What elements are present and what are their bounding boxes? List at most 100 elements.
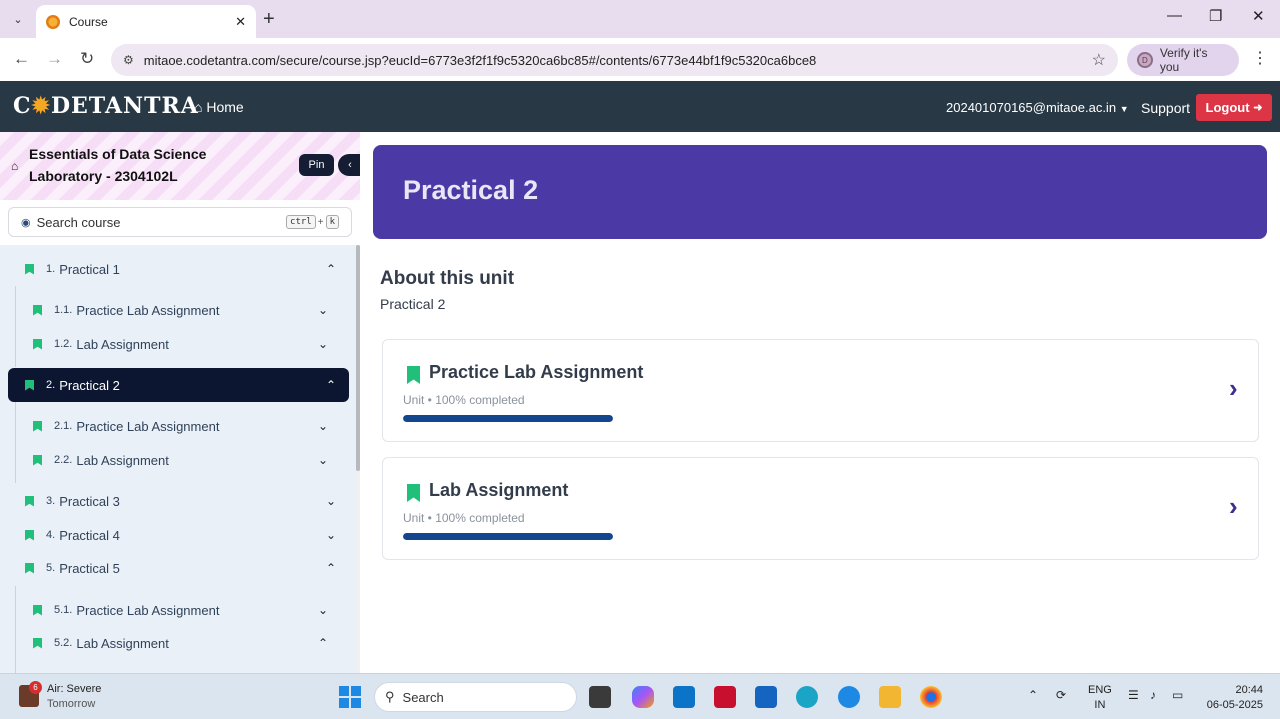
site-info-icon[interactable]: ⚙: [123, 53, 134, 67]
search-placeholder: Search course: [36, 214, 121, 230]
windows-start-icon[interactable]: [339, 686, 361, 708]
copilot-icon[interactable]: [632, 686, 654, 708]
myhp-icon[interactable]: [673, 686, 695, 708]
item-label: Lab Assignment: [76, 452, 169, 468]
home-link[interactable]: ⌂ Home: [194, 99, 244, 115]
store-icon[interactable]: [755, 686, 777, 708]
pin-button[interactable]: Pin: [299, 154, 334, 176]
help-icon[interactable]: [838, 686, 860, 708]
chevron-right-icon[interactable]: ›: [1229, 373, 1238, 404]
chevron-up-icon[interactable]: ⌃: [326, 262, 336, 276]
bookmark-icon: [25, 263, 34, 275]
address-bar[interactable]: ⚙ mitaoe.codetantra.com/secure/course.js…: [111, 44, 1118, 76]
verify-profile-button[interactable]: D Verify it's you: [1127, 44, 1239, 76]
chevron-up-icon[interactable]: ⌃: [318, 636, 328, 650]
sidebar-scrollbar[interactable]: [356, 245, 360, 673]
progress-bar: [403, 415, 613, 422]
about-heading: About this unit: [380, 268, 515, 289]
chevron-up-icon[interactable]: ⌃: [326, 561, 336, 575]
chevron-down-icon[interactable]: ⌄: [318, 337, 328, 351]
browser-tab[interactable]: Course ✕: [36, 5, 256, 38]
scroll-thumb[interactable]: [356, 245, 360, 471]
sidebar-section[interactable]: 3. Practical 3 ⌄: [0, 484, 356, 518]
sidebar-subitem[interactable]: 5.2. Lab Assignment ⌃: [0, 626, 356, 660]
file-explorer-icon[interactable]: [879, 686, 901, 708]
unit-card[interactable]: Practice Lab Assignment Unit • 100% comp…: [382, 339, 1259, 442]
mcafee-icon[interactable]: [714, 686, 736, 708]
close-window-button[interactable]: ✕: [1252, 7, 1265, 25]
sidebar-subitem[interactable]: 1.2. Lab Assignment ⌄: [0, 327, 356, 361]
browser-menu-icon[interactable]: ⋮: [1252, 48, 1268, 68]
sidebar-section[interactable]: 1. Practical 1 ⌃: [0, 252, 356, 286]
chevron-down-icon[interactable]: ⌄: [318, 603, 328, 617]
sidebar-subitem[interactable]: 2.2. Lab Assignment ⌄: [0, 443, 356, 477]
course-tree: 1. Practical 1 ⌃ 1.1. Practice Lab Assignmen…: [0, 245, 356, 673]
site-favicon-icon: [46, 14, 60, 29]
tab-close-icon[interactable]: ✕: [235, 14, 246, 30]
edge-icon[interactable]: [796, 686, 818, 708]
new-tab-button[interactable]: +: [263, 8, 275, 31]
back-button[interactable]: ←: [13, 49, 30, 69]
item-number: 1.1.: [54, 304, 73, 316]
sidebar-section[interactable]: 5. Practical 5 ⌃: [0, 551, 356, 585]
sync-icon[interactable]: ⟳: [1056, 688, 1066, 702]
sidebar-subitem[interactable]: 1.1. Practice Lab Assignment ⌄: [0, 293, 356, 327]
weather-status[interactable]: Air: Severe: [47, 683, 101, 695]
support-link[interactable]: Support: [1141, 100, 1190, 116]
minimize-button[interactable]: —: [1167, 7, 1182, 24]
page-title: Practical 2: [403, 175, 539, 205]
chevron-down-icon[interactable]: ⌄: [318, 453, 328, 467]
item-label: Practical 2: [59, 377, 120, 393]
chevron-down-icon[interactable]: ⌄: [326, 528, 336, 542]
browser-tabbar: ⌄ Course ✕ + — ❐ ✕: [0, 0, 1280, 38]
taskbar-search[interactable]: ⚲ Search: [374, 682, 577, 712]
caret-down-icon: ▼: [1119, 104, 1129, 114]
windows-taskbar: 6 Air: Severe Tomorrow ⚲ Search ⌃ ⟳ ENG I…: [0, 673, 1280, 719]
tab-search-button[interactable]: ⌄: [6, 8, 30, 30]
verify-label: Verify it's you: [1159, 46, 1208, 74]
sidebar-section[interactable]: 2. Practical 2 ⌃: [8, 368, 349, 402]
language-indicator[interactable]: ENG IN: [1088, 683, 1112, 713]
chevron-down-icon[interactable]: ⌄: [326, 494, 336, 508]
chevron-down-icon[interactable]: ⌄: [318, 419, 328, 433]
chevron-down-icon[interactable]: ⌄: [318, 303, 328, 317]
search-icon: ◉: [21, 216, 31, 229]
item-label: Practice Lab Assignment: [76, 418, 220, 434]
bookmark-icon: [33, 304, 42, 316]
restore-button[interactable]: ❐: [1209, 7, 1222, 25]
collapse-sidebar-button[interactable]: ‹: [338, 154, 360, 176]
shortcut-ctrl: ctrl: [286, 215, 316, 229]
codetantra-logo[interactable]: C✹DETANTRA: [13, 93, 199, 119]
url-text[interactable]: mitaoe.codetantra.com/secure/course.jsp?…: [144, 53, 1092, 68]
search-icon: ⚲: [385, 689, 395, 704]
item-label: Lab Assignment: [76, 635, 169, 651]
item-label: Practical 5: [59, 560, 120, 576]
battery-icon[interactable]: ▭: [1172, 688, 1183, 702]
bookmark-star-icon[interactable]: ☆: [1092, 50, 1106, 70]
forward-button[interactable]: →: [46, 49, 63, 69]
sidebar-section[interactable]: 4. Practical 4 ⌄: [0, 518, 356, 552]
tray-overflow-icon[interactable]: ⌃: [1028, 688, 1038, 702]
clock[interactable]: 20:44 06-05-2025: [1200, 683, 1263, 713]
browser-toolbar: ← → ↻ ⚙ mitaoe.codetantra.com/secure/cou…: [0, 38, 1280, 81]
item-number: 5.: [46, 562, 56, 574]
sidebar-subitem[interactable]: 5.1. Practice Lab Assignment ⌄: [0, 593, 356, 627]
course-search[interactable]: ◉ Search course ctrl + k: [8, 207, 352, 237]
item-label: Lab Assignment: [76, 336, 169, 352]
unit-card[interactable]: Lab Assignment Unit • 100% completed ›: [382, 457, 1259, 560]
task-view-icon[interactable]: [589, 686, 611, 708]
wifi-icon[interactable]: ☰: [1128, 688, 1139, 702]
item-number: 5.2.: [54, 637, 73, 649]
taskbar-search-label: Search: [402, 689, 444, 705]
logout-button[interactable]: Logout ➜: [1196, 94, 1272, 121]
volume-icon[interactable]: ♪: [1150, 688, 1156, 702]
sidebar-subitem[interactable]: 2.1. Practice Lab Assignment ⌄: [0, 409, 356, 443]
chevron-right-icon[interactable]: ›: [1229, 491, 1238, 522]
course-home-icon[interactable]: ⌂: [11, 159, 18, 173]
chrome-icon[interactable]: [920, 686, 942, 708]
chevron-up-icon[interactable]: ⌃: [326, 378, 336, 392]
progress-bar: [403, 533, 613, 540]
reload-button[interactable]: ↻: [80, 49, 94, 69]
weather-day[interactable]: Tomorrow: [47, 698, 95, 710]
user-menu[interactable]: 202401070165@mitaoe.ac.in ▼: [946, 100, 1129, 115]
